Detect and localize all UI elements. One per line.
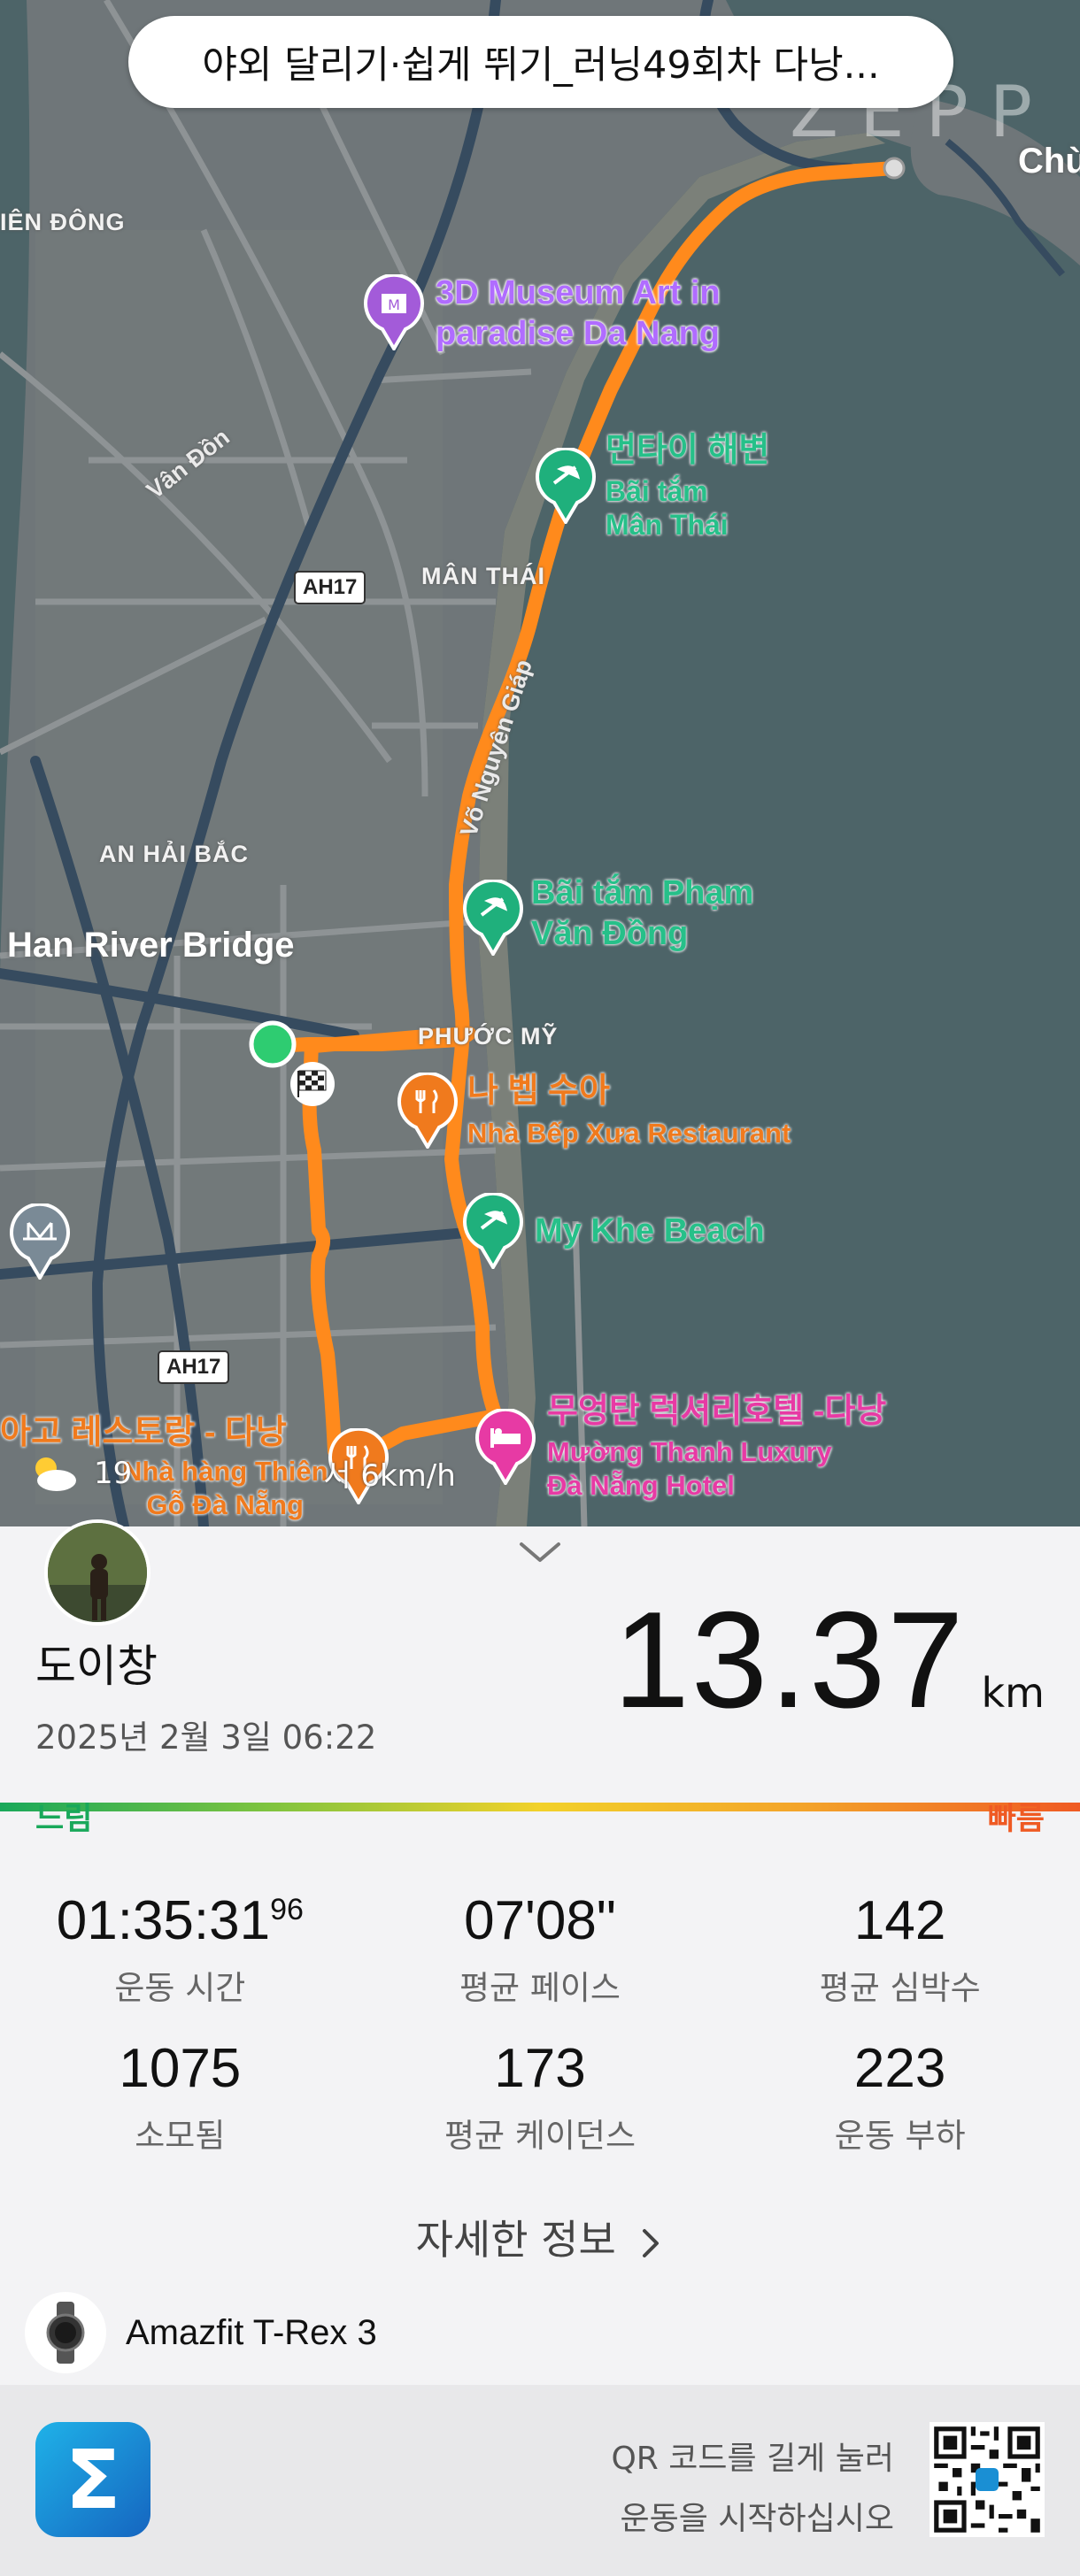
distance-value: 13.37 — [613, 1583, 966, 1736]
finish-flag-icon — [290, 1062, 335, 1106]
poi-label-man-thai[interactable]: 먼타이 해변 — [606, 430, 769, 471]
beach-icon[interactable] — [535, 448, 597, 524]
weather-info: 19 서 6km/h — [27, 1451, 456, 1495]
stat-avg-heart-rate: 142 평균 심박수 — [720, 1889, 1080, 2009]
chevron-down-icon[interactable] — [518, 1539, 562, 1565]
highway-shield: AH17 — [158, 1350, 230, 1384]
stat-avg-cadence: 173 평균 케이던스 — [360, 2037, 721, 2157]
museum-icon[interactable]: M — [363, 274, 425, 350]
temperature: 19 — [94, 1455, 133, 1491]
area-label: IÊN ĐÔNG — [0, 209, 126, 235]
poi-label-my-khe[interactable]: My Khe Beach — [535, 1211, 765, 1251]
bridge-icon[interactable] — [9, 1203, 71, 1280]
stat-value: 173 — [494, 2038, 586, 2099]
device-name: Amazfit T-Rex 3 — [126, 2312, 377, 2352]
wind: 서 6km/h — [323, 1458, 456, 1494]
partly-cloudy-icon — [35, 1457, 76, 1491]
stat-training-load: 223 운동 부하 — [720, 2037, 1080, 2157]
poi-label-museum[interactable]: 3D Museum Art in paradise Da Nang — [436, 273, 721, 354]
avatar[interactable] — [44, 1519, 150, 1626]
svg-text:M: M — [388, 296, 400, 313]
qr-instruction: QR 코드를 길게 눌러 운동을 시작하십시오 — [611, 2429, 894, 2549]
stat-label: 운동 부하 — [834, 2117, 966, 2155]
qr-line2: 운동을 시작하십시오 — [620, 2501, 894, 2537]
workout-date: 2025년 2월 3일 06:22 — [35, 1719, 377, 1757]
footer-banner: Σ QR 코드를 길게 눌러 운동을 시작하십시오 — [0, 2385, 1080, 2576]
beach-icon[interactable] — [462, 1193, 524, 1269]
poi-label-man-thai-vi[interactable]: Bãi tắm Mân Thái — [606, 474, 729, 542]
watch-icon — [25, 2292, 106, 2373]
workout-title[interactable]: 야외 달리기·쉽게 뛰기_러닝49회차 다낭... — [128, 16, 953, 108]
poi-label-hotel[interactable]: 무엉탄 럭셔리호텔 -다낭 — [547, 1391, 886, 1432]
details-label: 자세한 정보 — [415, 2216, 616, 2264]
poi-label-nha-bep-vi[interactable]: Nhà Bếp Xưa Restaurant — [467, 1117, 791, 1150]
stat-value: 223 — [853, 2038, 946, 2099]
map-base — [0, 0, 1080, 1526]
device-row[interactable]: Amazfit T-Rex 3 — [25, 2292, 377, 2373]
distance: 13.37 km — [613, 1581, 1045, 1739]
distance-unit: km — [981, 1669, 1045, 1717]
area-label: Chù — [1018, 142, 1080, 181]
speed-slow-label: 느림 — [35, 1802, 93, 1837]
stat-value-fraction: 96 — [270, 1893, 304, 1926]
poi-label-han-river[interactable]: Han River Bridge — [7, 926, 295, 965]
workout-summary-sheet: 도이창 2025년 2월 3일 06:22 13.37 km 느림 빠름 01:… — [0, 1519, 1080, 2389]
poi-label-nha-bep[interactable]: 나 벱 수아 — [467, 1071, 610, 1111]
stat-calories: 1075 소모됨 — [0, 2037, 360, 2157]
details-button[interactable]: 자세한 정보 — [0, 2208, 1080, 2266]
qr-line1: QR 코드를 길게 눌러 — [611, 2441, 894, 2477]
stat-value: 01:35:31 — [56, 1890, 271, 1951]
stats-grid: 01:35:3196 운동 시간 07'08" 평균 페이스 142 평균 심박… — [0, 1889, 1080, 2157]
stat-value: 1075 — [119, 2038, 242, 2099]
hotel-icon[interactable] — [474, 1409, 536, 1485]
stat-label: 소모됨 — [135, 2117, 226, 2155]
user-name: 도이창 — [35, 1641, 158, 1692]
area-label: AN HẢI BẮC — [99, 841, 249, 867]
zepp-sigma-icon[interactable]: Σ — [35, 2422, 150, 2537]
highway-shield: AH17 — [294, 571, 366, 604]
avatar-photo — [48, 1523, 147, 1622]
area-label: PHƯỚC MỸ — [418, 1023, 559, 1050]
poi-label-pham-van-dong[interactable]: Bãi tắm Phạm Văn Đồng — [531, 873, 753, 954]
qr-code[interactable] — [930, 2422, 1045, 2537]
stat-value: 07'08" — [464, 1890, 616, 1951]
speed-gradient-bar — [0, 1803, 1080, 1811]
stat-value: 142 — [853, 1890, 946, 1951]
speed-fast-label: 빠름 — [987, 1802, 1045, 1837]
stat-label: 평균 페이스 — [459, 1969, 621, 2007]
watch-glyph — [46, 2302, 85, 2364]
poi-label-hotel-vi[interactable]: Mường Thanh Luxury Đà Nẵng Hotel — [547, 1435, 832, 1503]
restaurant-icon[interactable] — [397, 1073, 459, 1149]
stat-avg-pace: 07'08" 평균 페이스 — [360, 1889, 721, 2009]
area-label: MÂN THÁI — [421, 563, 545, 589]
stat-label: 평균 심박수 — [819, 1969, 981, 2007]
chevron-right-icon — [643, 2228, 660, 2257]
stat-label: 평균 케이던스 — [444, 2117, 636, 2155]
beach-icon[interactable] — [462, 880, 524, 956]
stat-duration: 01:35:3196 운동 시간 — [0, 1889, 360, 2009]
poi-label-restaurant[interactable]: 아고 레스토랑 - 다낭 — [0, 1412, 287, 1453]
stat-label: 운동 시간 — [114, 1969, 246, 2007]
route-map[interactable]: ZEPP M Chù IÊN ĐÔNG 3D Museum Art in par… — [0, 0, 1080, 1526]
